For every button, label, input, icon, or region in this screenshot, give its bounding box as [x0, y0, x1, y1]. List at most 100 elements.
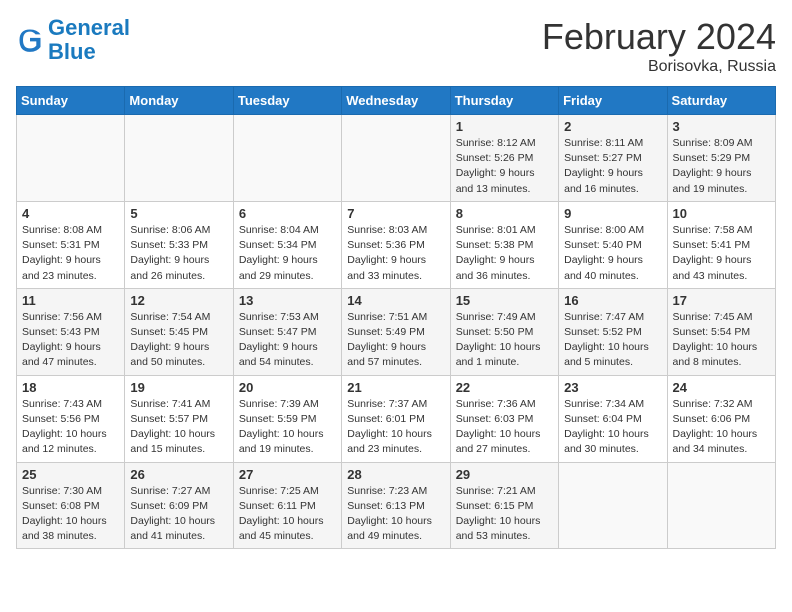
calendar-cell: 16 Sunrise: 7:47 AMSunset: 5:52 PMDayligh… — [559, 288, 667, 375]
day-number: 8 — [456, 206, 553, 221]
calendar-cell: 13 Sunrise: 7:53 AMSunset: 5:47 PMDayligh… — [233, 288, 341, 375]
day-info: Sunrise: 7:21 AMSunset: 6:15 PMDaylight:… — [456, 484, 553, 545]
day-number: 16 — [564, 293, 661, 308]
day-number: 5 — [130, 206, 227, 221]
day-info: Sunrise: 8:11 AMSunset: 5:27 PMDaylight:… — [564, 136, 661, 197]
calendar-cell: 12Sunrise: 7:54 AMSunset: 5:45 PMDayligh… — [125, 288, 233, 375]
day-number: 21 — [347, 380, 444, 395]
calendar-week-2: 4 Sunrise: 8:08 AMSunset: 5:31 PMDaylight… — [17, 201, 776, 288]
weekday-header-thursday: Thursday — [450, 87, 558, 115]
calendar-cell — [559, 462, 667, 549]
day-info: Sunrise: 7:49 AMSunset: 5:50 PMDaylight:… — [456, 310, 553, 371]
day-number: 7 — [347, 206, 444, 221]
calendar-cell: 19 Sunrise: 7:41 AMSunset: 5:57 PMDayligh… — [125, 375, 233, 462]
logo-icon — [16, 26, 44, 54]
calendar-cell: 28 Sunrise: 7:23 AMSunset: 6:13 PMDayligh… — [342, 462, 450, 549]
day-info: Sunrise: 8:03 AMSunset: 5:36 PMDaylight:… — [347, 223, 444, 284]
day-number: 20 — [239, 380, 336, 395]
calendar-cell: 29Sunrise: 7:21 AMSunset: 6:15 PMDayligh… — [450, 462, 558, 549]
day-info: Sunrise: 7:30 AMSunset: 6:08 PMDaylight:… — [22, 484, 119, 545]
calendar-cell: 27Sunrise: 7:25 AMSunset: 6:11 PMDayligh… — [233, 462, 341, 549]
calendar-cell: 18Sunrise: 7:43 AMSunset: 5:56 PMDayligh… — [17, 375, 125, 462]
day-info: Sunrise: 7:47 AMSunset: 5:52 PMDaylight:… — [564, 310, 661, 371]
calendar-body: 1Sunrise: 8:12 AMSunset: 5:26 PMDaylight… — [17, 115, 776, 549]
weekday-header-tuesday: Tuesday — [233, 87, 341, 115]
calendar-table: SundayMondayTuesdayWednesdayThursdayFrid… — [16, 86, 776, 549]
calendar-cell: 17 Sunrise: 7:45 AMSunset: 5:54 PMDayligh… — [667, 288, 775, 375]
calendar-week-5: 25 Sunrise: 7:30 AMSunset: 6:08 PMDayligh… — [17, 462, 776, 549]
day-number: 6 — [239, 206, 336, 221]
calendar-cell: 24 Sunrise: 7:32 AMSunset: 6:06 PMDayligh… — [667, 375, 775, 462]
calendar-cell: 8Sunrise: 8:01 AMSunset: 5:38 PMDaylight… — [450, 201, 558, 288]
day-info: Sunrise: 8:09 AMSunset: 5:29 PMDaylight:… — [673, 136, 770, 197]
calendar-cell — [17, 115, 125, 202]
day-info: Sunrise: 7:53 AMSunset: 5:47 PMDaylight:… — [239, 310, 336, 371]
day-number: 22 — [456, 380, 553, 395]
weekday-header-sunday: Sunday — [17, 87, 125, 115]
day-number: 15 — [456, 293, 553, 308]
logo-text: GeneralBlue — [48, 16, 130, 64]
calendar-header: SundayMondayTuesdayWednesdayThursdayFrid… — [17, 87, 776, 115]
month-title: February 2024 — [542, 16, 776, 58]
calendar-cell: 2 Sunrise: 8:11 AMSunset: 5:27 PMDaylight… — [559, 115, 667, 202]
calendar-cell — [342, 115, 450, 202]
calendar-cell: 7 Sunrise: 8:03 AMSunset: 5:36 PMDaylight… — [342, 201, 450, 288]
calendar-week-4: 18Sunrise: 7:43 AMSunset: 5:56 PMDayligh… — [17, 375, 776, 462]
calendar-cell: 26 Sunrise: 7:27 AMSunset: 6:09 PMDayligh… — [125, 462, 233, 549]
day-info: Sunrise: 7:23 AMSunset: 6:13 PMDaylight:… — [347, 484, 444, 545]
calendar-cell: 9Sunrise: 8:00 AMSunset: 5:40 PMDaylight… — [559, 201, 667, 288]
day-number: 28 — [347, 467, 444, 482]
calendar-cell: 6 Sunrise: 8:04 AMSunset: 5:34 PMDaylight… — [233, 201, 341, 288]
day-number: 23 — [564, 380, 661, 395]
day-info: Sunrise: 7:51 AMSunset: 5:49 PMDaylight:… — [347, 310, 444, 371]
day-info: Sunrise: 7:45 AMSunset: 5:54 PMDaylight:… — [673, 310, 770, 371]
day-info: Sunrise: 7:43 AMSunset: 5:56 PMDaylight:… — [22, 397, 119, 458]
calendar-cell: 14 Sunrise: 7:51 AMSunset: 5:49 PMDayligh… — [342, 288, 450, 375]
calendar-cell: 21 Sunrise: 7:37 AMSunset: 6:01 PMDayligh… — [342, 375, 450, 462]
day-number: 4 — [22, 206, 119, 221]
day-number: 12 — [130, 293, 227, 308]
calendar-cell: 10Sunrise: 7:58 AMSunset: 5:41 PMDayligh… — [667, 201, 775, 288]
calendar-cell: 15 Sunrise: 7:49 AMSunset: 5:50 PMDayligh… — [450, 288, 558, 375]
day-info: Sunrise: 8:12 AMSunset: 5:26 PMDaylight:… — [456, 136, 553, 197]
calendar-cell — [667, 462, 775, 549]
day-info: Sunrise: 8:06 AMSunset: 5:33 PMDaylight:… — [130, 223, 227, 284]
weekday-header-monday: Monday — [125, 87, 233, 115]
day-number: 2 — [564, 119, 661, 134]
calendar-cell: 22 Sunrise: 7:36 AMSunset: 6:03 PMDayligh… — [450, 375, 558, 462]
calendar-cell: 5 Sunrise: 8:06 AMSunset: 5:33 PMDaylight… — [125, 201, 233, 288]
day-number: 26 — [130, 467, 227, 482]
day-info: Sunrise: 8:08 AMSunset: 5:31 PMDaylight:… — [22, 223, 119, 284]
day-info: Sunrise: 7:58 AMSunset: 5:41 PMDaylight:… — [673, 223, 770, 284]
day-number: 24 — [673, 380, 770, 395]
day-info: Sunrise: 7:41 AMSunset: 5:57 PMDaylight:… — [130, 397, 227, 458]
day-info: Sunrise: 7:36 AMSunset: 6:03 PMDaylight:… — [456, 397, 553, 458]
logo: GeneralBlue — [16, 16, 130, 64]
day-info: Sunrise: 7:34 AMSunset: 6:04 PMDaylight:… — [564, 397, 661, 458]
day-number: 11 — [22, 293, 119, 308]
day-info: Sunrise: 7:27 AMSunset: 6:09 PMDaylight:… — [130, 484, 227, 545]
day-number: 13 — [239, 293, 336, 308]
day-info: Sunrise: 7:32 AMSunset: 6:06 PMDaylight:… — [673, 397, 770, 458]
calendar-cell: 4 Sunrise: 8:08 AMSunset: 5:31 PMDaylight… — [17, 201, 125, 288]
day-number: 27 — [239, 467, 336, 482]
day-number: 17 — [673, 293, 770, 308]
location: Borisovka, Russia — [542, 58, 776, 76]
day-number: 9 — [564, 206, 661, 221]
weekday-row: SundayMondayTuesdayWednesdayThursdayFrid… — [17, 87, 776, 115]
calendar-cell: 25 Sunrise: 7:30 AMSunset: 6:08 PMDayligh… — [17, 462, 125, 549]
day-info: Sunrise: 8:04 AMSunset: 5:34 PMDaylight:… — [239, 223, 336, 284]
day-info: Sunrise: 7:56 AMSunset: 5:43 PMDaylight:… — [22, 310, 119, 371]
day-info: Sunrise: 7:37 AMSunset: 6:01 PMDaylight:… — [347, 397, 444, 458]
title-block: February 2024 Borisovka, Russia — [542, 16, 776, 76]
calendar-cell: 11 Sunrise: 7:56 AMSunset: 5:43 PMDayligh… — [17, 288, 125, 375]
day-number: 14 — [347, 293, 444, 308]
day-number: 25 — [22, 467, 119, 482]
day-number: 3 — [673, 119, 770, 134]
weekday-header-saturday: Saturday — [667, 87, 775, 115]
calendar-week-1: 1Sunrise: 8:12 AMSunset: 5:26 PMDaylight… — [17, 115, 776, 202]
day-number: 19 — [130, 380, 227, 395]
calendar-cell — [233, 115, 341, 202]
weekday-header-wednesday: Wednesday — [342, 87, 450, 115]
day-info: Sunrise: 7:39 AMSunset: 5:59 PMDaylight:… — [239, 397, 336, 458]
